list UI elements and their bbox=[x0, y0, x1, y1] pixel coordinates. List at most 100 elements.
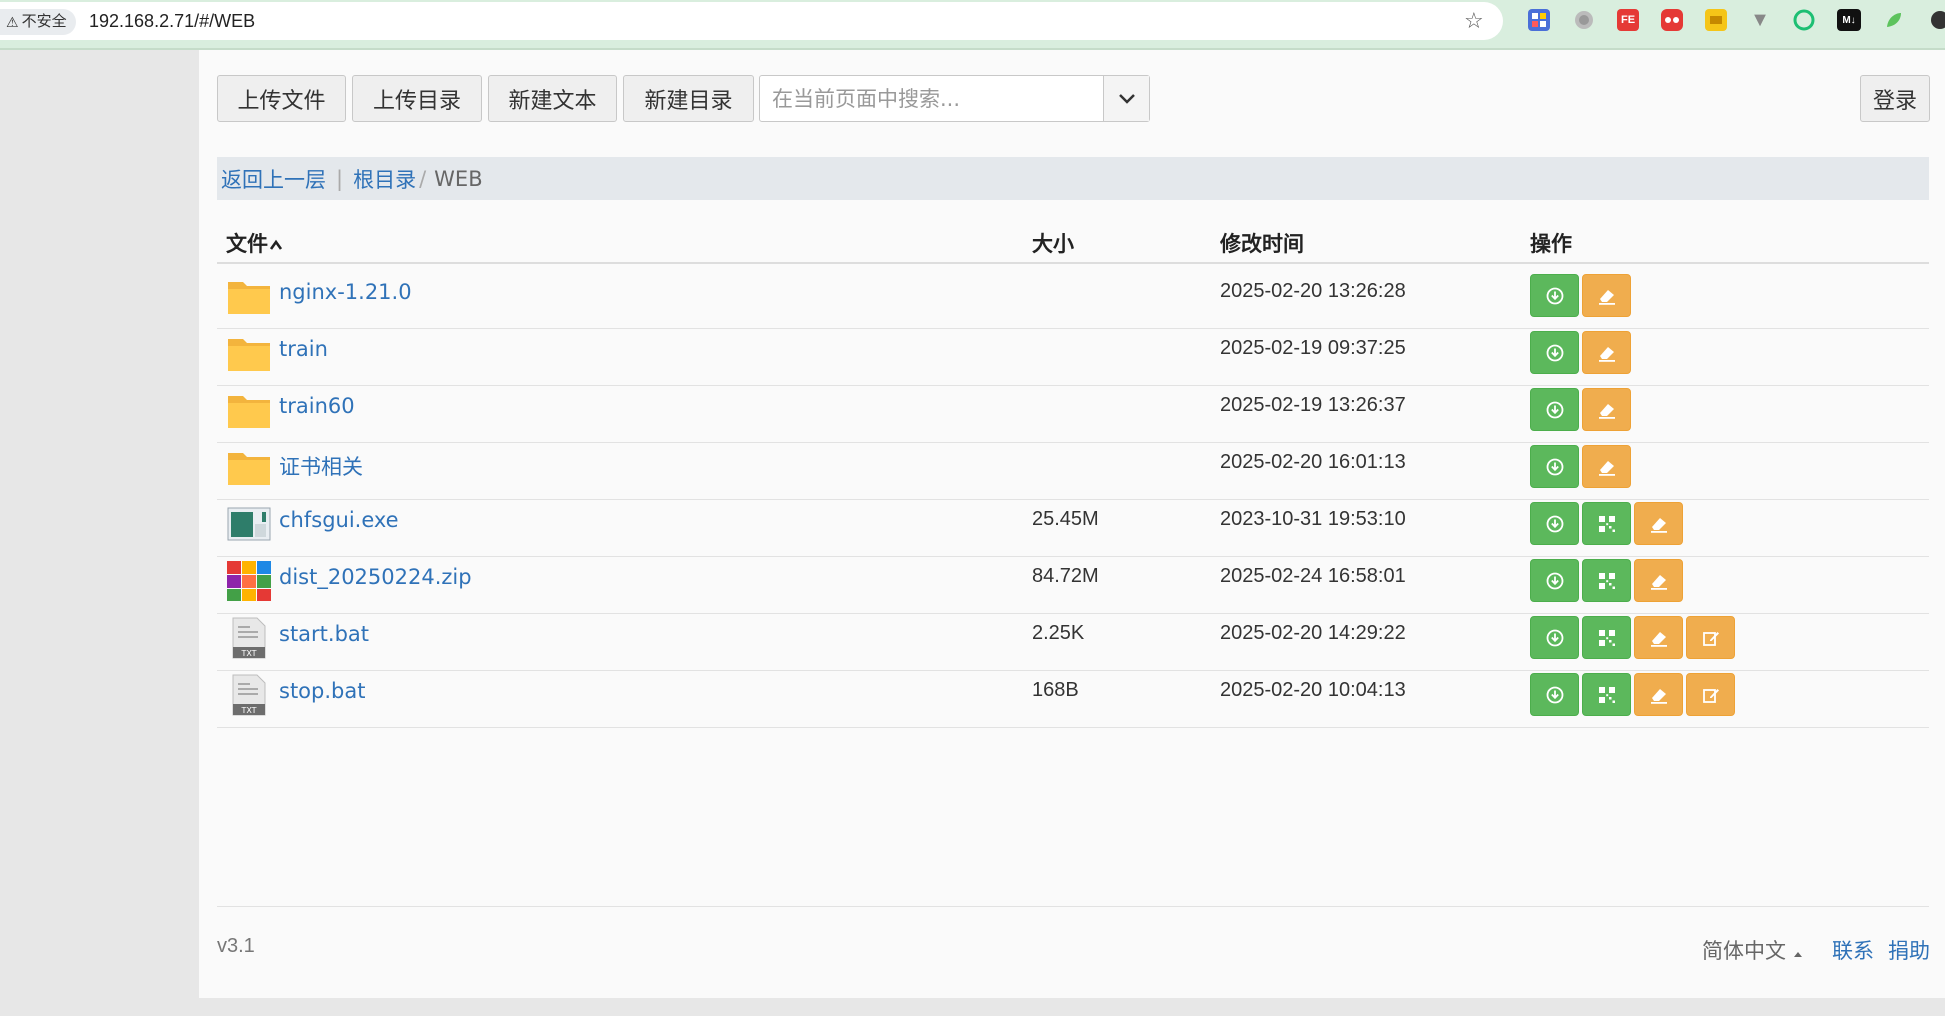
delete-button[interactable] bbox=[1582, 274, 1631, 317]
edit-button[interactable] bbox=[1686, 673, 1735, 716]
footer-divider bbox=[217, 906, 1929, 907]
breadcrumb-current: WEB bbox=[434, 166, 483, 191]
download-icon bbox=[1546, 629, 1563, 646]
file-modified-time: 2025-02-19 13:26:37 bbox=[1220, 394, 1406, 416]
download-button[interactable] bbox=[1530, 616, 1579, 659]
download-button[interactable] bbox=[1530, 331, 1579, 374]
file-name-link[interactable]: nginx-1.21.0 bbox=[279, 280, 412, 304]
download-button[interactable] bbox=[1530, 673, 1579, 716]
qrcode-icon bbox=[1598, 515, 1615, 532]
column-header-name[interactable]: 文件 bbox=[226, 228, 283, 258]
qrcode-icon bbox=[1598, 629, 1615, 646]
contact-link[interactable]: 联系 bbox=[1832, 935, 1874, 965]
file-modified-time: 2023-10-31 19:53:10 bbox=[1220, 508, 1406, 530]
upload-directory-button[interactable]: 上传目录 bbox=[352, 75, 482, 122]
breadcrumb-divider: | bbox=[336, 166, 344, 191]
row-actions bbox=[1530, 331, 1631, 374]
new-directory-button[interactable]: 新建目录 bbox=[623, 75, 754, 122]
qrcode-button[interactable] bbox=[1582, 616, 1631, 659]
search-group bbox=[759, 75, 1150, 122]
search-dropdown-toggle[interactable] bbox=[1103, 76, 1149, 121]
download-button[interactable] bbox=[1530, 445, 1579, 488]
file-name-link[interactable]: train60 bbox=[279, 394, 355, 418]
folder-icon bbox=[227, 331, 271, 375]
row-actions bbox=[1530, 274, 1631, 317]
folder-icon bbox=[227, 445, 271, 489]
qrcode-button[interactable] bbox=[1582, 559, 1631, 602]
column-header-modified[interactable]: 修改时间 bbox=[1220, 228, 1304, 258]
delete-button[interactable] bbox=[1634, 502, 1683, 545]
edit-icon bbox=[1702, 631, 1719, 646]
file-name-link[interactable]: chfsgui.exe bbox=[279, 508, 399, 532]
eraser-icon bbox=[1598, 403, 1615, 419]
search-input[interactable] bbox=[760, 76, 1104, 121]
delete-button[interactable] bbox=[1582, 331, 1631, 374]
extension-vue-icon[interactable]: ▼ bbox=[1749, 9, 1771, 31]
qrcode-icon bbox=[1598, 686, 1615, 703]
download-icon bbox=[1546, 401, 1563, 418]
file-name-link[interactable]: 证书相关 bbox=[279, 451, 363, 481]
delete-button[interactable] bbox=[1634, 559, 1683, 602]
delete-button[interactable] bbox=[1582, 388, 1631, 431]
extension-green-icon[interactable] bbox=[1793, 9, 1815, 31]
security-label: 不安全 bbox=[21, 13, 67, 30]
extension-markdown-icon[interactable]: M↓ bbox=[1837, 9, 1861, 31]
donate-link[interactable]: 捐助 bbox=[1888, 935, 1930, 965]
zip-file-icon bbox=[227, 559, 271, 603]
version-label: v3.1 bbox=[217, 935, 255, 957]
file-name-link[interactable]: stop.bat bbox=[279, 679, 365, 703]
chevron-down-icon bbox=[1118, 93, 1135, 104]
file-name-link[interactable]: train bbox=[279, 337, 328, 361]
download-button[interactable] bbox=[1530, 502, 1579, 545]
security-indicator[interactable]: ⚠ 不安全 bbox=[0, 9, 76, 35]
eraser-icon bbox=[1650, 688, 1667, 704]
file-modified-time: 2025-02-20 14:29:22 bbox=[1220, 622, 1406, 644]
qrcode-button[interactable] bbox=[1582, 502, 1631, 545]
bookmark-star-icon[interactable]: ☆ bbox=[1464, 2, 1484, 40]
download-button[interactable] bbox=[1530, 388, 1579, 431]
file-size: 25.45M bbox=[1032, 508, 1099, 530]
download-button[interactable] bbox=[1530, 559, 1579, 602]
breadcrumb-separator: / bbox=[419, 166, 427, 191]
extension-red-icon[interactable] bbox=[1661, 9, 1683, 31]
file-modified-time: 2025-02-19 09:37:25 bbox=[1220, 337, 1406, 359]
extension-fe-icon[interactable]: FE bbox=[1617, 9, 1639, 31]
caret-up-icon bbox=[1793, 952, 1802, 957]
extension-leaf-icon[interactable] bbox=[1883, 9, 1905, 31]
url-text[interactable]: 192.168.2.71/#/WEB bbox=[89, 2, 255, 40]
download-icon bbox=[1546, 344, 1563, 361]
extension-partial-icon[interactable] bbox=[1925, 9, 1945, 31]
file-name-link[interactable]: dist_20250224.zip bbox=[279, 565, 472, 589]
column-header-size[interactable]: 大小 bbox=[1032, 228, 1074, 258]
back-link[interactable]: 返回上一层 bbox=[221, 164, 326, 194]
download-button[interactable] bbox=[1530, 274, 1579, 317]
delete-button[interactable] bbox=[1582, 445, 1631, 488]
eraser-icon bbox=[1598, 460, 1615, 476]
extension-circle-icon[interactable] bbox=[1573, 9, 1595, 31]
address-bar[interactable]: ⚠ 不安全 192.168.2.71/#/WEB ☆ bbox=[0, 2, 1503, 40]
root-link[interactable]: 根目录 bbox=[353, 164, 416, 194]
new-text-button[interactable]: 新建文本 bbox=[488, 75, 617, 122]
edit-button[interactable] bbox=[1686, 616, 1735, 659]
row-actions bbox=[1530, 445, 1631, 488]
file-name-link[interactable]: start.bat bbox=[279, 622, 369, 646]
txt-file-icon: TXT bbox=[227, 673, 271, 717]
row-actions bbox=[1530, 502, 1683, 545]
row-actions bbox=[1530, 559, 1683, 602]
extension-grid-icon[interactable] bbox=[1528, 9, 1550, 31]
language-selector[interactable]: 简体中文 bbox=[1702, 935, 1803, 965]
upload-file-button[interactable]: 上传文件 bbox=[217, 75, 346, 122]
qrcode-button[interactable] bbox=[1582, 673, 1631, 716]
file-modified-time: 2025-02-24 16:58:01 bbox=[1220, 565, 1406, 587]
download-icon bbox=[1546, 686, 1563, 703]
folder-icon bbox=[227, 388, 271, 432]
browser-toolbar: ⚠ 不安全 192.168.2.71/#/WEB ☆ FE ▼ M↓ bbox=[0, 0, 1945, 50]
delete-button[interactable] bbox=[1634, 616, 1683, 659]
extension-yellow-icon[interactable] bbox=[1705, 9, 1727, 31]
file-size: 84.72M bbox=[1032, 565, 1099, 587]
table-row: TXT stop.bat 168B 2025-02-20 10:04:13 bbox=[217, 657, 1929, 728]
sort-ascending-icon bbox=[269, 239, 283, 250]
file-modified-time: 2025-02-20 10:04:13 bbox=[1220, 679, 1406, 701]
login-button[interactable]: 登录 bbox=[1860, 75, 1930, 122]
delete-button[interactable] bbox=[1634, 673, 1683, 716]
